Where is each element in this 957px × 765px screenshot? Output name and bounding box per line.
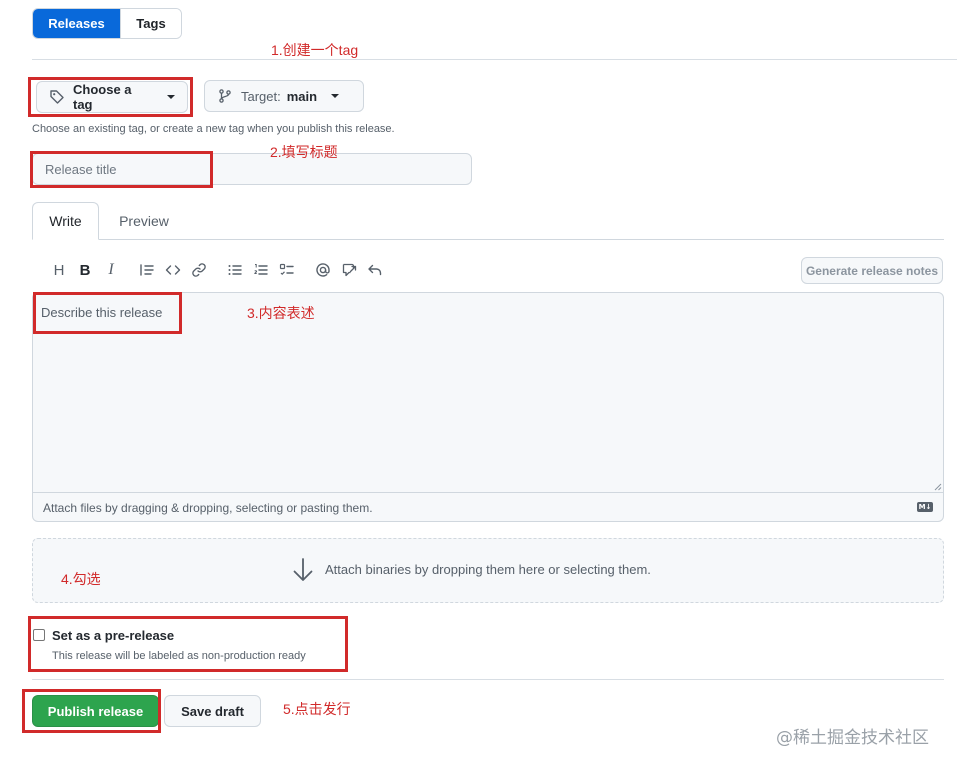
quote-icon[interactable]	[134, 258, 160, 282]
release-form-page: Releases Tags 1.创建一个tag Choose a tag Tar…	[0, 0, 957, 765]
tab-releases[interactable]: Releases	[33, 9, 120, 38]
markdown-icon: M↓	[917, 502, 933, 512]
arrow-down-icon	[292, 557, 314, 583]
annotation-step-3: 3.内容表述	[247, 305, 315, 321]
header-divider	[32, 59, 957, 60]
target-value: main	[286, 88, 318, 104]
textarea-footer-divider	[33, 492, 943, 493]
tab-write[interactable]: Write	[32, 202, 99, 240]
save-draft-button[interactable]: Save draft	[164, 695, 261, 727]
annotation-step-4: 4.勾选	[61, 571, 101, 587]
branch-icon	[217, 88, 233, 104]
resize-handle-icon[interactable]	[933, 478, 942, 491]
attach-files-hint[interactable]: Attach files by dragging & dropping, sel…	[43, 501, 373, 515]
code-icon[interactable]	[160, 258, 186, 282]
tab-preview[interactable]: Preview	[104, 202, 184, 240]
mention-icon[interactable]	[310, 258, 336, 282]
annotation-step-5: 5.点击发行	[283, 701, 351, 717]
heading-icon[interactable]: H	[46, 258, 72, 282]
releases-tags-switch: Releases Tags	[32, 8, 182, 39]
ordered-list-icon[interactable]	[248, 258, 274, 282]
undo-icon[interactable]	[362, 258, 388, 282]
annotation-box-tag	[28, 77, 193, 117]
reference-icon[interactable]	[336, 258, 362, 282]
generate-release-notes-button[interactable]: Generate release notes	[801, 257, 943, 284]
italic-icon[interactable]: I	[98, 258, 124, 282]
chevron-down-icon	[331, 94, 340, 98]
target-branch-button[interactable]: Target: main	[204, 80, 364, 112]
link-icon[interactable]	[186, 258, 212, 282]
unordered-list-icon[interactable]	[222, 258, 248, 282]
annotation-box-publish	[22, 689, 161, 733]
actions-divider	[32, 679, 944, 680]
tag-hint: Choose an existing tag, or create a new …	[32, 123, 395, 135]
annotation-box-prerelease	[28, 616, 348, 672]
markdown-toolbar: H B I	[46, 258, 388, 282]
annotation-box-title	[30, 151, 213, 188]
annotation-step-1: 1.创建一个tag	[271, 42, 359, 58]
watermark: @稀土掘金技术社区	[776, 728, 929, 748]
target-label: Target:	[241, 88, 281, 104]
annotation-box-description	[33, 292, 182, 334]
task-list-icon[interactable]	[274, 258, 300, 282]
tab-tags[interactable]: Tags	[120, 9, 181, 38]
annotation-step-2: 2.填写标题	[270, 144, 338, 160]
attach-binaries-text: Attach binaries by dropping them here or…	[325, 562, 651, 577]
bold-icon[interactable]: B	[72, 258, 98, 282]
